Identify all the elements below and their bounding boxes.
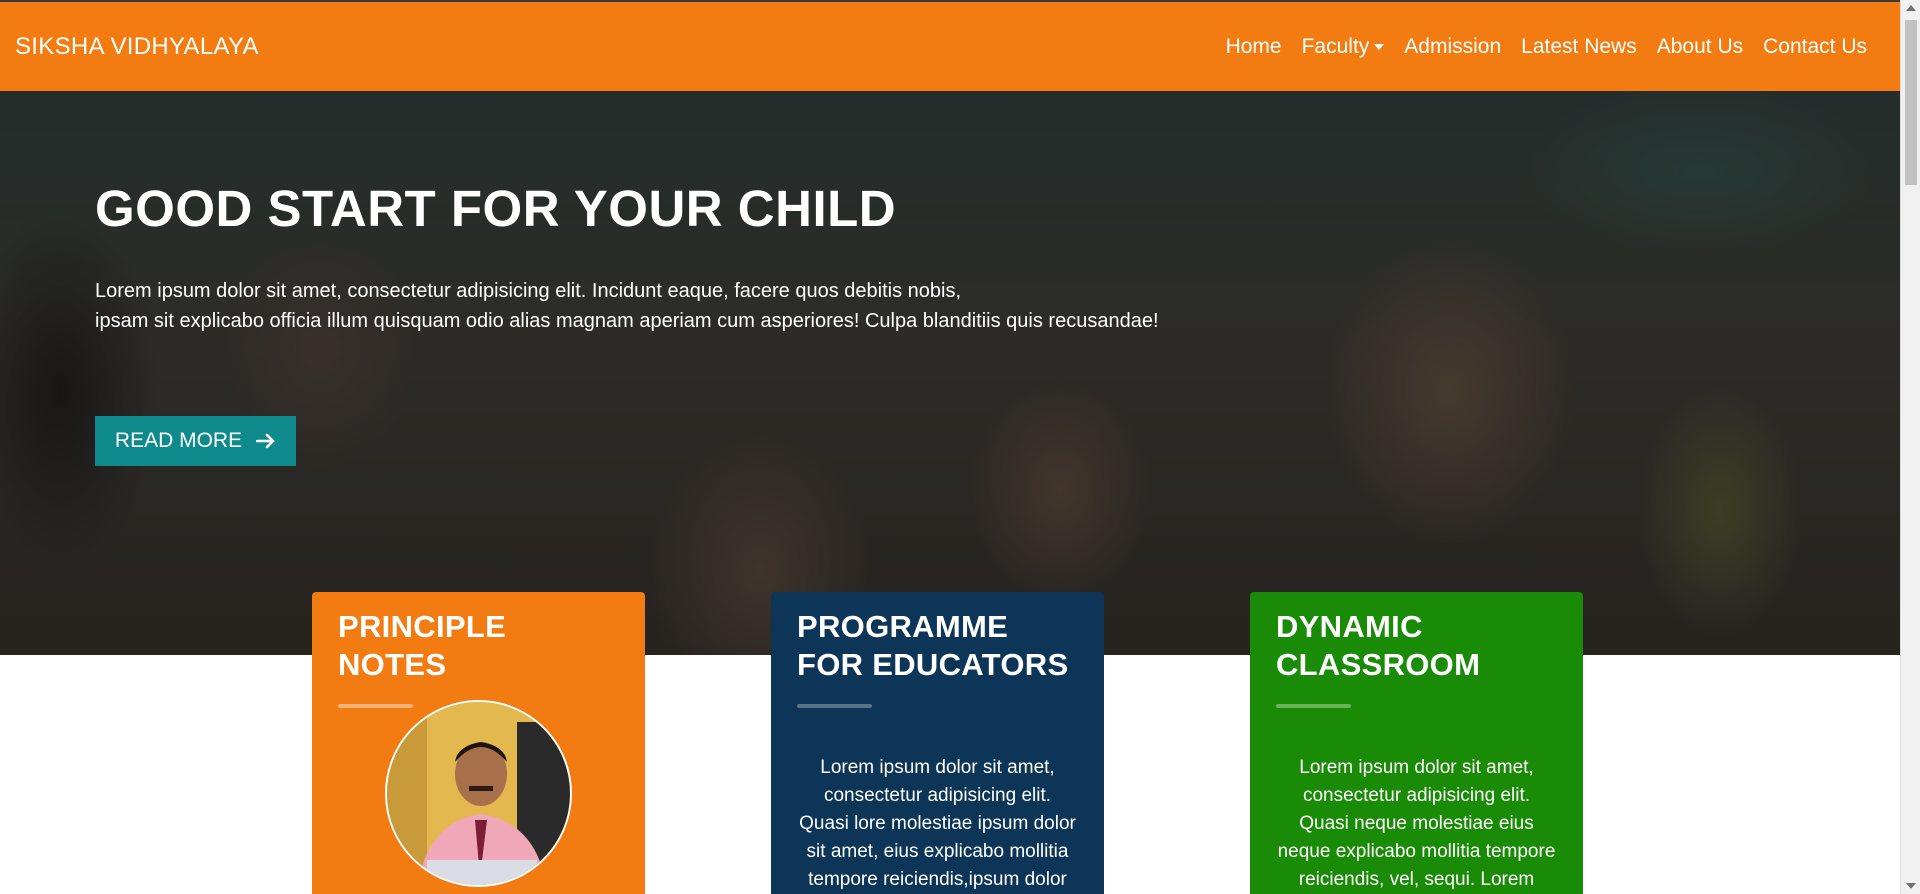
hero-title: GOOD START FOR YOUR CHILD xyxy=(95,180,897,237)
nav-links: Home Faculty Admission Latest News About… xyxy=(1216,35,1877,59)
nav-link-label: Faculty xyxy=(1301,34,1370,58)
hero-content: GOOD START FOR YOUR CHILD Lorem ipsum do… xyxy=(95,179,1395,336)
card-divider xyxy=(797,704,872,708)
nav-link-label: Admission xyxy=(1404,34,1502,58)
arrow-right-icon xyxy=(256,433,275,449)
read-more-button[interactable]: READ MORE xyxy=(95,416,296,466)
card-title: PROGRAMME FOR EDUCATORS xyxy=(797,609,1069,682)
card-text: Lorem ipsum dolor sit amet, consectetur … xyxy=(799,757,1076,890)
caret-down-icon xyxy=(1374,43,1385,50)
card-principle-notes: PRINCIPLE NOTES xyxy=(312,592,645,894)
card-title: DYNAMIC CLASSROOM xyxy=(1276,609,1481,682)
vertical-scrollbar[interactable] xyxy=(1900,0,1920,894)
hero-text-line-1: Lorem ipsum dolor sit amet, consectetur … xyxy=(95,280,962,302)
card-divider xyxy=(1276,704,1351,708)
principal-photo-illustration xyxy=(387,702,570,885)
scroll-down-icon[interactable] xyxy=(1906,883,1916,889)
site-brand[interactable]: SIKSHA VIDHYALAYA xyxy=(15,33,259,61)
nav-link-label: Latest News xyxy=(1521,34,1637,58)
hero-description: Lorem ipsum dolor sit amet, consectetur … xyxy=(95,276,1395,336)
card-title: PRINCIPLE NOTES xyxy=(338,609,507,682)
card-text: Lorem ipsum dolor sit amet, consectetur … xyxy=(1277,757,1556,890)
hero-text-line-2: ipsam sit explicabo officia illum quisqu… xyxy=(95,310,1159,332)
principal-photo xyxy=(385,700,572,887)
card-divider xyxy=(338,704,413,708)
scrollbar-thumb[interactable] xyxy=(1905,20,1917,185)
nav-link-latest-news[interactable]: Latest News xyxy=(1511,35,1647,59)
card-programme-for-educators: PROGRAMME FOR EDUCATORS Lorem ipsum dolo… xyxy=(771,592,1104,894)
nav-link-about-us[interactable]: About Us xyxy=(1647,35,1753,59)
nav-link-admission[interactable]: Admission xyxy=(1394,35,1511,59)
top-navbar: SIKSHA VIDHYALAYA Home Faculty Admission… xyxy=(0,0,1900,91)
nav-link-label: Contact Us xyxy=(1763,34,1867,58)
hero-overlay xyxy=(0,91,1900,655)
nav-link-label: Home xyxy=(1225,34,1282,58)
nav-link-faculty[interactable]: Faculty xyxy=(1292,35,1395,59)
scroll-up-icon[interactable] xyxy=(1906,5,1916,11)
nav-link-label: About Us xyxy=(1656,34,1744,58)
card-dynamic-classroom: DYNAMIC CLASSROOM Lorem ipsum dolor sit … xyxy=(1250,592,1583,894)
read-more-label: READ MORE xyxy=(114,429,243,452)
nav-link-contact-us[interactable]: Contact Us xyxy=(1753,35,1877,59)
nav-link-home[interactable]: Home xyxy=(1216,35,1292,59)
hero-banner: GOOD START FOR YOUR CHILD Lorem ipsum do… xyxy=(0,91,1900,655)
